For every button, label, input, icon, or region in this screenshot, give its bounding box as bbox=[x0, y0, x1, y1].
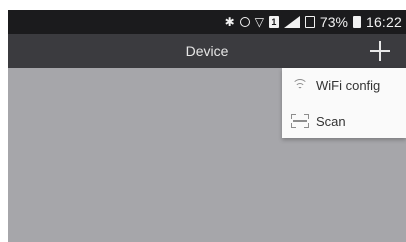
menu-item-scan[interactable]: Scan bbox=[282, 104, 406, 138]
popup-menu: WiFi config Scan bbox=[282, 68, 406, 138]
add-button[interactable] bbox=[368, 39, 392, 63]
phone-screen: ✱ ▽ 1 73% 16:22 Device WiFi config Scan bbox=[8, 10, 406, 242]
wifi-icon: ▽ bbox=[254, 15, 264, 29]
menu-item-wifi-config[interactable]: WiFi config bbox=[282, 68, 406, 102]
battery-percent: 73% bbox=[319, 14, 348, 30]
download-icon bbox=[304, 16, 315, 28]
alarm-icon bbox=[239, 17, 250, 27]
page-title: Device bbox=[185, 43, 229, 59]
status-bar: ✱ ▽ 1 73% 16:22 bbox=[8, 10, 406, 34]
signal-icon bbox=[283, 16, 300, 28]
sim-icon: 1 bbox=[268, 16, 279, 28]
menu-item-label: Scan bbox=[316, 113, 346, 129]
menu-item-label: WiFi config bbox=[316, 77, 381, 93]
status-icons: ✱ ▽ 1 73% 16:22 bbox=[225, 10, 402, 34]
scan-icon bbox=[290, 113, 310, 129]
bluetooth-icon: ✱ bbox=[224, 15, 235, 29]
wifi-icon bbox=[290, 77, 310, 93]
clock: 16:22 bbox=[365, 14, 402, 30]
battery-icon bbox=[352, 16, 361, 28]
app-bar: Device bbox=[8, 34, 406, 68]
